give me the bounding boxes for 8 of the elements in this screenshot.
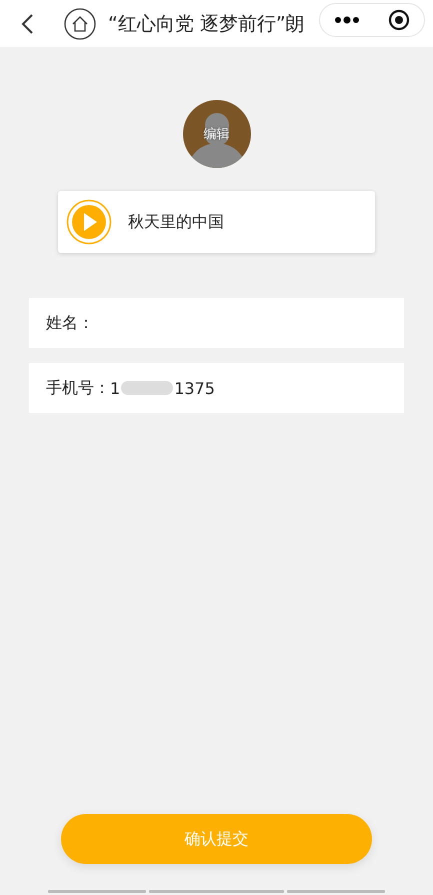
more-icon[interactable] <box>334 16 360 24</box>
field-value: 1 <box>110 378 120 398</box>
field-value: 1375 <box>174 378 215 398</box>
field-label: 手机号： <box>46 378 110 398</box>
home-icon[interactable] <box>64 8 96 40</box>
field-label: 姓名： <box>46 312 94 334</box>
page-title: “红心向党 逐梦前行”朗 <box>108 12 305 36</box>
track-title: 秋天里的中国 <box>128 212 224 232</box>
